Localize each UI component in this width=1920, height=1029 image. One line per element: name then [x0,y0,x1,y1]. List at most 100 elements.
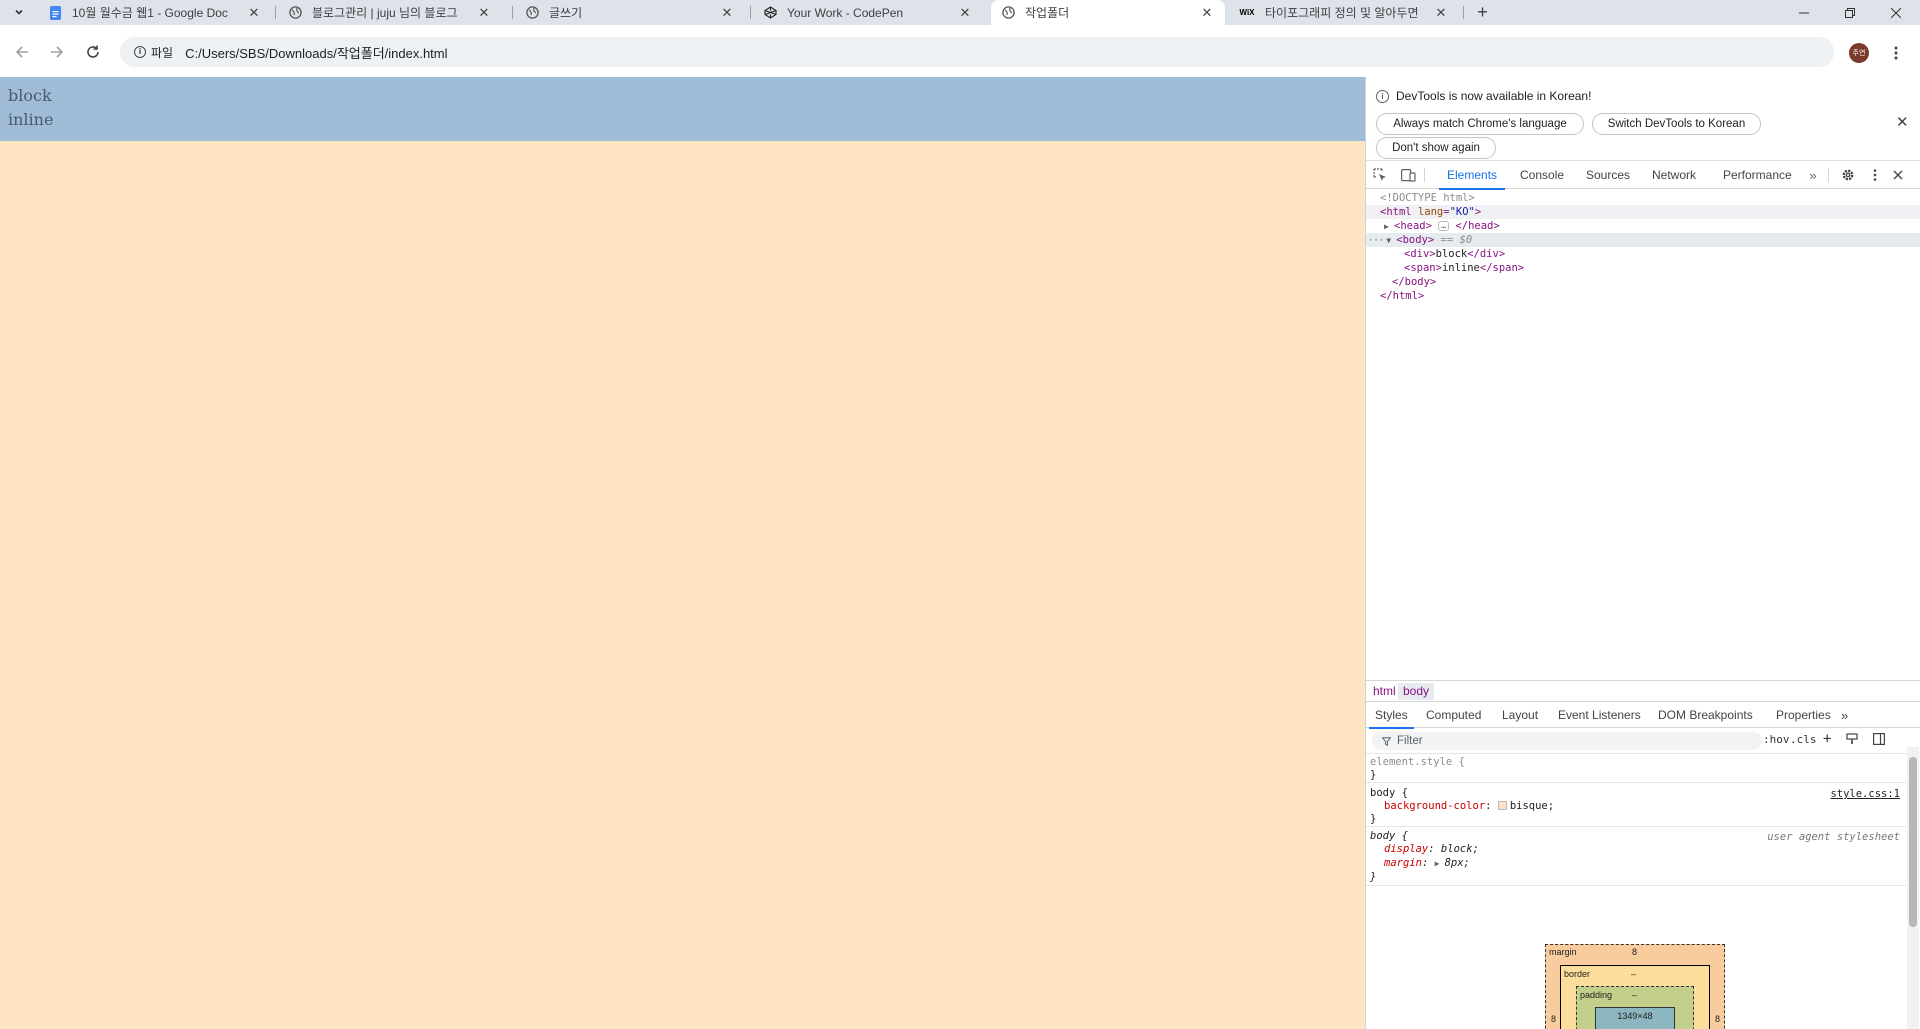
dom-doctype[interactable]: <!DOCTYPE html> [1366,191,1920,205]
dom-body-node[interactable]: ··· ▼ <body> == $0 [1366,233,1920,247]
close-window-button[interactable] [1873,0,1919,25]
body-author-rule[interactable]: body { style.css:1 background-color: bis… [1366,785,1906,827]
element-state-button[interactable] [1846,733,1858,748]
triangle-right-icon[interactable]: ▶ [1435,857,1445,871]
settings-button[interactable] [1839,166,1857,184]
tab-codepen[interactable]: Your Work - CodePen ✕ [753,0,983,25]
tab-typography[interactable]: WiX 타이포그래피 정의 및 알아두면 ✕ [1229,0,1459,25]
styles-filter-bar: Filter :hov .cls + [1366,728,1920,754]
declaration-margin[interactable]: margin: ▶ 8px; [1384,856,1470,870]
element-style-rule[interactable]: element.style { } [1366,754,1906,783]
styles-scrollbar[interactable] [1907,747,1919,1029]
reload-icon [87,45,99,58]
tab-properties[interactable]: Properties [1776,702,1831,728]
content-size[interactable]: 1349×48 [1617,1011,1652,1021]
tab-blog-admin[interactable]: 블로그관리 | juju 님의 블로그 ✕ [278,0,502,25]
tab-google-docs[interactable]: 10월 월수금 웹1 - Google Doc ✕ [38,0,272,25]
dom-span-node[interactable]: <span>inline</span> [1366,261,1920,275]
tab-event-listeners[interactable]: Event Listeners [1558,702,1641,728]
tab-search-button[interactable] [6,2,32,22]
margin-right-value[interactable]: 8 [1715,1014,1720,1024]
dom-div-node[interactable]: <div>block</div> [1366,247,1920,261]
device-toolbar-button[interactable] [1399,166,1417,184]
site-info-chip[interactable]: i 파일 [128,41,179,63]
address-bar[interactable]: i 파일 C:/Users/SBS/Downloads/작업폴더/index.h… [120,37,1834,67]
tab-performance[interactable]: Performance [1723,161,1792,189]
margin-top-value[interactable]: 8 [1632,947,1637,957]
tab-sources[interactable]: Sources [1586,161,1630,189]
chrome-menu-button[interactable] [1883,40,1909,66]
close-icon[interactable]: ✕ [719,5,735,21]
color-swatch[interactable] [1497,801,1507,810]
box-model-margin[interactable]: margin 8 8 8 border – padding – 1349×48 [1545,944,1725,1029]
rule-source-label: user agent stylesheet [1767,831,1900,843]
dont-show-again-button[interactable]: Don't show again [1376,137,1496,159]
back-button[interactable] [8,38,36,66]
close-icon[interactable]: ✕ [476,5,492,21]
arrow-left-icon [15,46,28,58]
minimize-button[interactable] [1781,0,1827,25]
new-style-rule-button[interactable]: + [1823,731,1831,747]
box-model-border[interactable]: border – padding – 1349×48 [1560,965,1710,1029]
close-icon[interactable]: ✕ [246,5,262,21]
more-tabs-button[interactable]: » [1804,166,1822,184]
forward-button[interactable] [43,38,71,66]
close-devtools-button[interactable] [1889,166,1907,184]
new-tab-button[interactable]: + [1470,0,1495,25]
tab-work-folder[interactable]: 작업폴더 ✕ [991,0,1225,25]
tab-styles[interactable]: Styles [1369,702,1414,729]
breadcrumb-body[interactable]: body [1398,683,1435,700]
margin-left-value[interactable]: 8 [1551,1014,1556,1024]
always-match-language-button[interactable]: Always match Chrome's language [1376,113,1584,135]
styles-filter-input[interactable]: Filter [1372,732,1762,750]
more-subtabs-button[interactable]: » [1841,702,1848,728]
ellipsis-badge[interactable]: … [1438,221,1450,231]
box-model-padding[interactable]: padding – 1349×48 [1576,986,1694,1029]
border-value[interactable]: – [1631,969,1636,979]
triangle-right-icon[interactable]: ▶ [1384,220,1394,234]
tab-layout[interactable]: Layout [1502,702,1538,728]
switch-to-korean-button[interactable]: Switch DevTools to Korean [1592,113,1761,135]
toggle-hover-state-button[interactable]: :hov [1763,733,1790,746]
triangle-down-icon[interactable]: ▼ [1386,234,1396,248]
close-icon [1891,7,1901,18]
url-text[interactable]: C:/Users/SBS/Downloads/작업폴더/index.html [185,43,447,62]
reload-button[interactable] [79,38,107,66]
tab-console[interactable]: Console [1520,161,1564,189]
dom-head-node[interactable]: ▶ <head> … </head> [1366,219,1920,233]
rule-source-link[interactable]: style.css:1 [1830,788,1900,800]
site-chip-label: 파일 [151,45,174,60]
tab-separator [512,6,513,19]
devtools-panel: i DevTools is now available in Korean! A… [1365,77,1920,1029]
padding-value[interactable]: – [1632,990,1637,1000]
padding-label: padding [1580,990,1613,1000]
toggle-class-button[interactable]: .cls [1790,733,1817,746]
toolbar-divider [1424,168,1425,182]
dom-html-node[interactable]: <html lang="KO"> [1366,205,1920,219]
devtools-language-infobar: i DevTools is now available in Korean! A… [1366,77,1920,161]
tab-network[interactable]: Network [1652,161,1696,189]
tab-write[interactable]: 글쓰기 ✕ [515,0,745,25]
inspect-element-button[interactable] [1371,166,1389,184]
more-actions-dots[interactable]: ··· [1368,236,1384,246]
scrollbar-thumb[interactable] [1909,757,1917,927]
tab-dom-breakpoints[interactable]: DOM Breakpoints [1658,702,1753,728]
box-model-content[interactable]: 1349×48 [1595,1007,1675,1029]
rule-selector: body { [1370,787,1408,799]
close-icon[interactable]: ✕ [1199,5,1215,21]
declaration-display[interactable]: display: block; [1384,842,1479,856]
declaration-background-color[interactable]: background-color: bisque; [1384,799,1554,813]
body-user-agent-rule[interactable]: body { user agent stylesheet display: bl… [1366,828,1906,886]
tab-elements[interactable]: Elements [1438,161,1506,190]
restore-button[interactable] [1827,0,1873,25]
close-icon[interactable]: ✕ [1433,5,1449,21]
infobar-close-button[interactable]: ✕ [1896,113,1909,131]
tab-computed[interactable]: Computed [1426,702,1481,728]
dom-html-close[interactable]: </html> [1366,289,1920,303]
customize-devtools-button[interactable] [1866,166,1884,184]
breadcrumb-html[interactable]: html [1368,683,1401,700]
profile-avatar[interactable]: 주연 [1849,43,1869,63]
toggle-sidebar-button[interactable] [1873,733,1886,748]
close-icon[interactable]: ✕ [957,5,973,21]
dom-body-close[interactable]: </body> [1366,275,1920,289]
